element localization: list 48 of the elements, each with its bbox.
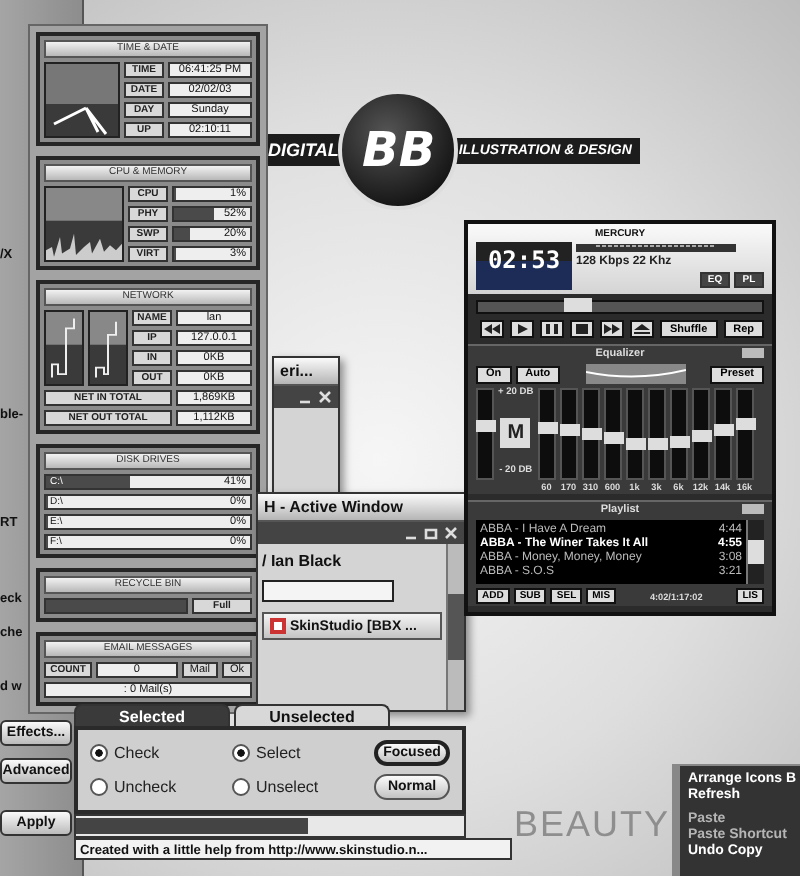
close-icon[interactable]: [318, 390, 332, 404]
analog-clock-icon: [44, 62, 120, 138]
slider-thumb[interactable]: [735, 418, 756, 431]
transport-button[interactable]: [480, 320, 504, 338]
radio-option[interactable]: Unselect: [232, 778, 374, 796]
stop-icon: [572, 322, 592, 336]
previous-icon: [482, 322, 502, 336]
traffic-graph-drawing: [44, 310, 84, 386]
slider-thumb[interactable]: [625, 437, 646, 450]
next-icon: [602, 322, 622, 336]
transport-button[interactable]: [510, 320, 534, 338]
slider-thumb[interactable]: [581, 428, 602, 440]
wallpaper-text: BEAUTY: [514, 804, 671, 846]
logo-badge: BB: [338, 90, 459, 210]
user-name: / Ian Black: [262, 552, 344, 570]
radio-option[interactable]: Check: [90, 744, 232, 762]
play-icon: [512, 322, 532, 336]
tab[interactable]: Unselected: [234, 704, 390, 726]
maximize-icon[interactable]: [424, 526, 438, 540]
transport-button[interactable]: [630, 320, 654, 338]
radio-option[interactable]: Uncheck: [90, 778, 232, 796]
slider-thumb[interactable]: [647, 438, 668, 451]
radio-option[interactable]: Select: [232, 744, 374, 762]
transport-button[interactable]: [570, 320, 594, 338]
input-field[interactable]: [262, 580, 394, 602]
close-icon[interactable]: [444, 526, 458, 540]
scrollbar: [746, 520, 764, 584]
window-title: H - Active Window: [264, 498, 403, 516]
slider-thumb[interactable]: [713, 424, 734, 437]
transport-button[interactable]: [600, 320, 624, 338]
time-display: 02:53: [476, 242, 572, 290]
transport-button[interactable]: [540, 320, 564, 338]
app-icon: [270, 618, 286, 634]
slider-thumb[interactable]: [669, 435, 690, 448]
slider-thumb[interactable]: [537, 421, 558, 434]
tab[interactable]: Selected: [74, 704, 230, 726]
eq-curve-drawing: [585, 364, 686, 384]
traffic-graph-drawing: [88, 310, 128, 386]
slider-thumb[interactable]: [691, 430, 712, 443]
eject-icon: [632, 322, 652, 336]
usage-graph-drawing: [44, 186, 124, 262]
seek-thumb[interactable]: [563, 298, 592, 312]
eq-logo: M: [500, 417, 531, 447]
slider-thumb[interactable]: [476, 420, 496, 433]
window-title: eri...: [280, 362, 313, 380]
slider-thumb[interactable]: [603, 431, 624, 444]
slider-thumb[interactable]: [559, 424, 580, 437]
pause-icon: [542, 322, 562, 336]
